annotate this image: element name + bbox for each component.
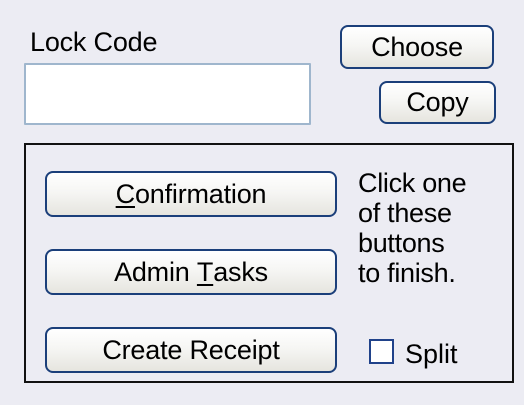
split-checkbox[interactable]	[369, 339, 394, 364]
hint-line: to finish.	[358, 258, 456, 288]
copy-button[interactable]: Copy	[379, 81, 496, 124]
hint-line: buttons	[358, 228, 445, 258]
finish-hint-text: Click one of these buttons to finish.	[358, 168, 508, 288]
hint-line: Click one	[358, 168, 467, 198]
confirmation-button[interactable]: Confirmation	[45, 171, 337, 217]
lock-code-label: Lock Code	[30, 27, 158, 57]
admin-tasks-mnemonic: T	[196, 256, 214, 287]
lock-code-panel: Lock Code Choose Copy Confirmation Admin…	[0, 0, 524, 405]
admin-tasks-button[interactable]: Admin Tasks	[45, 249, 337, 295]
split-label: Split	[405, 339, 458, 369]
admin-tasks-label-end: asks	[213, 256, 268, 287]
confirmation-label: onfirmation	[134, 178, 267, 209]
admin-tasks-label-start: Admin	[114, 256, 197, 287]
create-receipt-button[interactable]: Create Receipt	[45, 327, 337, 373]
confirmation-mnemonic: C	[115, 178, 136, 209]
hint-line: of these	[358, 198, 452, 228]
lock-code-input[interactable]	[24, 63, 311, 125]
choose-button[interactable]: Choose	[340, 25, 494, 69]
